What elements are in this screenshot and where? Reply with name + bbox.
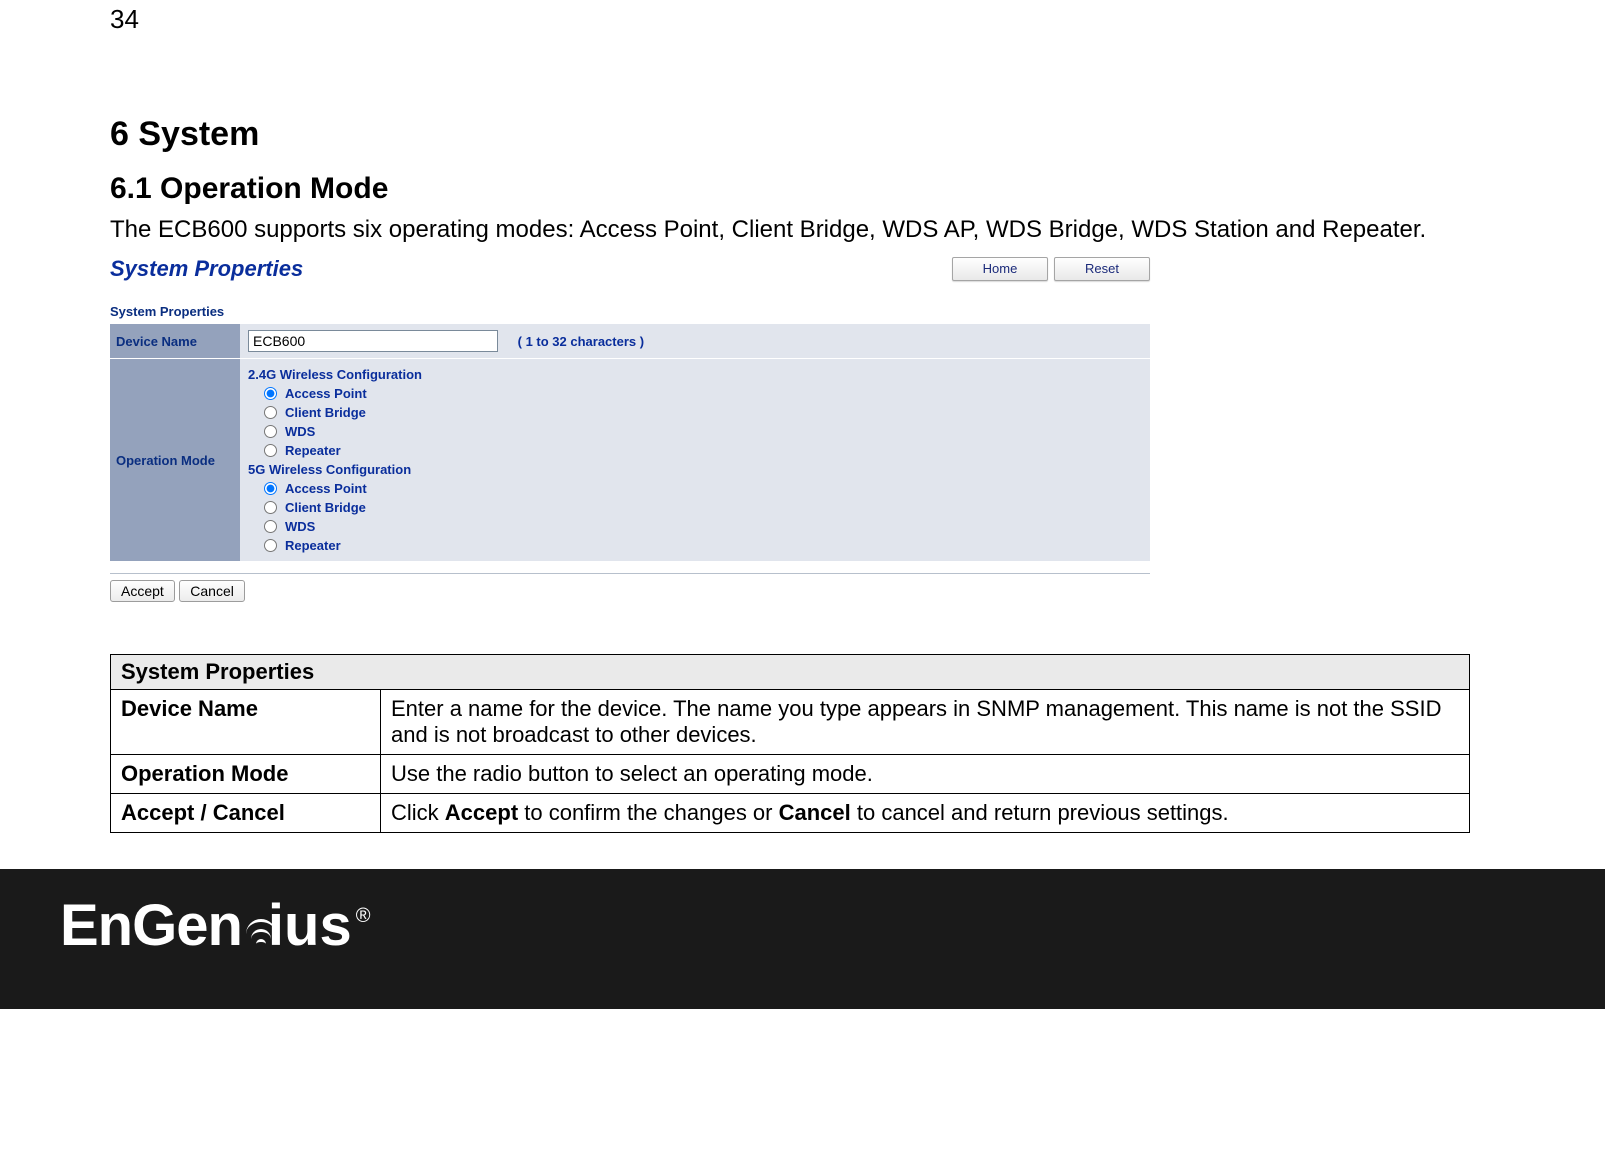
radio-5g-access-point[interactable] bbox=[264, 482, 277, 495]
radio-5g-client-bridge[interactable] bbox=[264, 501, 277, 514]
radio-24g-access-point[interactable] bbox=[264, 387, 277, 400]
desc-val: Use the radio button to select an operat… bbox=[381, 755, 1470, 794]
desc-val: Enter a name for the device. The name yo… bbox=[381, 690, 1470, 755]
device-name-note: ( 1 to 32 characters ) bbox=[502, 334, 644, 349]
subsection-heading: 6.1 Operation Mode bbox=[110, 172, 1495, 206]
radio-24g-repeater[interactable] bbox=[264, 444, 277, 457]
radio-label: WDS bbox=[285, 424, 315, 439]
radio-5g-repeater[interactable] bbox=[264, 539, 277, 552]
wifi-icon bbox=[244, 923, 278, 949]
intro-text: The ECB600 supports six operating modes:… bbox=[110, 216, 1495, 244]
page-number: 34 bbox=[110, 0, 1495, 35]
radio-label: Repeater bbox=[285, 538, 341, 553]
cancel-button[interactable]: Cancel bbox=[179, 580, 245, 602]
panel-title: System Properties bbox=[110, 252, 303, 286]
page-footer: EnGen ius ® bbox=[0, 869, 1605, 1009]
device-name-label: Device Name bbox=[110, 324, 240, 359]
registered-mark: ® bbox=[356, 905, 371, 928]
section-heading: 6 System bbox=[110, 115, 1495, 154]
panel-subhead: System Properties bbox=[110, 292, 1150, 323]
radio-label: WDS bbox=[285, 519, 315, 534]
home-button[interactable]: Home bbox=[952, 257, 1048, 281]
radio-24g-wds[interactable] bbox=[264, 425, 277, 438]
properties-table: Device Name ( 1 to 32 characters ) Opera… bbox=[110, 323, 1150, 562]
desc-val: Click Accept to confirm the changes or C… bbox=[381, 794, 1470, 833]
divider bbox=[110, 572, 1150, 574]
radio-label: Repeater bbox=[285, 443, 341, 458]
desc-key: Accept / Cancel bbox=[111, 794, 381, 833]
reset-button[interactable]: Reset bbox=[1054, 257, 1150, 281]
radio-label: Client Bridge bbox=[285, 500, 366, 515]
radio-24g-client-bridge[interactable] bbox=[264, 406, 277, 419]
desc-key: Operation Mode bbox=[111, 755, 381, 794]
desc-table-header: System Properties bbox=[111, 655, 1470, 690]
cfg-5g-label: 5G Wireless Configuration bbox=[248, 460, 1142, 479]
radio-5g-wds[interactable] bbox=[264, 520, 277, 533]
device-name-input[interactable] bbox=[248, 330, 498, 352]
desc-key: Device Name bbox=[111, 690, 381, 755]
radio-label: Access Point bbox=[285, 481, 367, 496]
radio-label: Access Point bbox=[285, 386, 367, 401]
system-properties-panel: System Properties Home Reset System Prop… bbox=[110, 252, 1150, 602]
cfg-24g-label: 2.4G Wireless Configuration bbox=[248, 365, 1142, 384]
radio-label: Client Bridge bbox=[285, 405, 366, 420]
description-table: System Properties Device Name Enter a na… bbox=[110, 654, 1470, 833]
brand-logo: EnGen ius ® bbox=[60, 897, 1545, 955]
accept-button[interactable]: Accept bbox=[110, 580, 175, 602]
operation-mode-label: Operation Mode bbox=[110, 359, 240, 562]
